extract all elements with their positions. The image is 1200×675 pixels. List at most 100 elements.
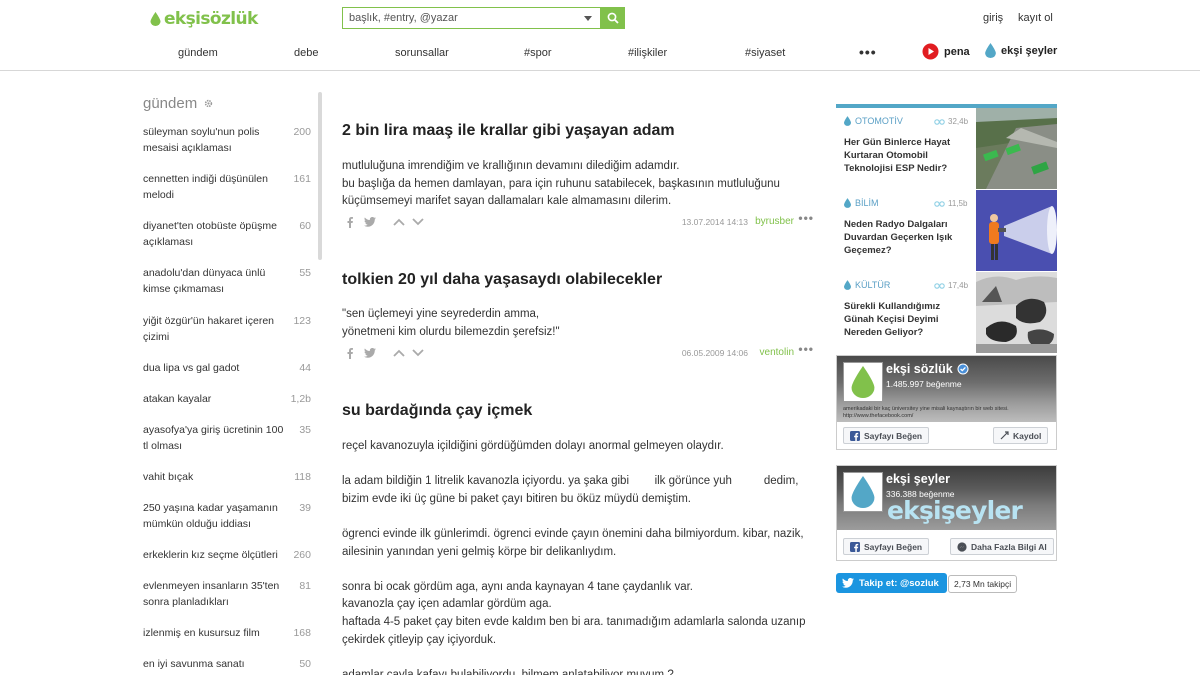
topic-title: izlenmiş en kusursuz film (143, 627, 260, 639)
pena-label: pena (944, 45, 970, 58)
entry-more-button[interactable]: ••• (798, 342, 814, 356)
sidebar-topic[interactable]: atakan kayalar 1,2b (143, 391, 313, 407)
twitter-follow-button[interactable]: Takip et: @sozluk (836, 573, 947, 593)
topic-title: erkeklerin kız seçme ölçütleri (143, 549, 278, 561)
eksi-seyler-card[interactable]: KÜLTÜR 17,4b Sürekli Kullandığımız Günah… (836, 272, 1057, 353)
like-page-label: Sayfayı Beğen (864, 541, 923, 552)
page-likes: 1.485.997 beğenme (886, 379, 962, 389)
chevron-down-icon[interactable] (582, 12, 594, 24)
nav-siyaset[interactable]: #siyaset (745, 47, 785, 59)
topic-count: 60 (299, 220, 311, 232)
topic-title: 250 yaşına kadar yaşamanın mümkün olduğu… (143, 502, 278, 530)
entry-body: reçel kavanozuyla içildiğini gördüğümden… (342, 440, 806, 675)
entry-more-button[interactable]: ••• (798, 211, 814, 225)
save-button[interactable]: Kaydol (993, 427, 1049, 444)
more-menu-button[interactable]: ••• (859, 44, 877, 60)
topic-count: 1,2b (290, 393, 311, 405)
page-avatar[interactable] (843, 472, 883, 512)
topic-count: 39 (299, 502, 311, 514)
eksi-seyler-card[interactable]: OTOMOTİV 32,4b Her Gün Binlerce Hayat Ku… (836, 108, 1057, 189)
entry-title[interactable]: 2 bin lira maaş ile krallar gibi yaşayan… (342, 122, 675, 140)
like-page-button[interactable]: Sayfayı Beğen (843, 427, 930, 444)
sidebar-topic[interactable]: yiğit özgür'ün hakaret içeren çizimi 123 (143, 313, 313, 345)
page-name[interactable]: ekşi sözlük (886, 362, 969, 376)
page-name-label: ekşi sözlük (886, 362, 953, 376)
nav-debe[interactable]: debe (294, 47, 318, 59)
drop-icon (150, 12, 161, 26)
views-icon (934, 200, 945, 207)
twitter-share-icon[interactable] (364, 346, 376, 360)
drop-icon (844, 198, 851, 208)
card-category-label: BİLİM (855, 198, 879, 208)
topic-title: vahit bıçak (143, 471, 194, 483)
nav-gundem[interactable]: gündem (178, 47, 218, 59)
sidebar-title-label[interactable]: gündem (143, 95, 197, 112)
sidebar-topic[interactable]: izlenmiş en kusursuz film 168 (143, 625, 313, 641)
sidebar-topic[interactable]: 250 yaşına kadar yaşamanın mümkün olduğu… (143, 500, 313, 532)
twitter-follow-label: Takip et: @sozluk (859, 577, 939, 589)
sidebar-topic[interactable]: anadolu'dan dünyaca ünlü kimse çıkmaması… (143, 265, 313, 297)
search-input[interactable] (342, 7, 600, 29)
facebook-share-icon[interactable] (347, 215, 353, 229)
eksi-seyler-card[interactable]: BİLİM 11,5b Neden Radyo Dalgaları Duvard… (836, 190, 1057, 271)
topic-title: yiğit özgür'ün hakaret içeren çizimi (143, 315, 274, 343)
nav-sorunsallar[interactable]: sorunsallar (395, 47, 449, 59)
entry-date[interactable]: 06.05.2009 14:06 (682, 348, 748, 358)
topic-title: atakan kayalar (143, 393, 212, 405)
entry-footer: 06.05.2009 14:06 ventolin ••• (342, 342, 814, 360)
topic-title: en iyi savunma sanatı (143, 658, 245, 670)
sidebar-topic[interactable]: evlenmeyen insanların 35'ten sonra planl… (143, 578, 313, 610)
card-image (976, 108, 1057, 189)
sidebar-topic[interactable]: diyanet'ten otobüste öpüşme açıklaması 60 (143, 218, 313, 250)
search-icon (607, 12, 619, 24)
twitter-share-icon[interactable] (364, 215, 376, 229)
sidebar-scrollbar[interactable] (318, 92, 322, 260)
pena-link[interactable]: pena (922, 43, 970, 60)
card-stat-value: 17,4b (948, 281, 969, 290)
card-headline: Her Gün Binlerce Hayat Kurtaran Otomobil… (844, 137, 951, 174)
upvote-icon[interactable] (393, 215, 405, 229)
sidebar-topic[interactable]: dua lipa vs gal gadot 44 (143, 360, 313, 376)
like-page-button[interactable]: Sayfayı Beğen (843, 538, 930, 555)
sidebar-topic[interactable]: cennetten indiği düşünülen melodi 161 (143, 171, 313, 203)
downvote-icon[interactable] (412, 215, 424, 229)
sidebar-topic[interactable]: ayasofya'ya giriş ücretinin 100 tl olmas… (143, 422, 313, 454)
sidebar-topic[interactable]: süleyman soylu'nun polis mesaisi açıklam… (143, 124, 313, 156)
entry-author[interactable]: byrusber (755, 216, 794, 227)
sidebar-topic[interactable]: vahit bıçak 118 (143, 469, 313, 485)
search-button[interactable] (600, 7, 625, 29)
upvote-icon[interactable] (393, 346, 405, 360)
page-name[interactable]: ekşi şeyler (886, 472, 950, 486)
card-category: BİLİM (844, 198, 879, 208)
card-image (976, 272, 1057, 353)
card-headline: Sürekli Kullandığımız Günah Keçisi Deyim… (844, 301, 941, 338)
drop-icon (851, 476, 875, 508)
nav-iliskiler[interactable]: #ilişkiler (628, 47, 667, 59)
login-link[interactable]: giriş (983, 12, 1003, 24)
facebook-share-icon[interactable] (347, 346, 353, 360)
downvote-icon[interactable] (412, 346, 424, 360)
page-avatar[interactable] (843, 362, 883, 402)
entry-footer: 13.07.2014 14:13 byrusber ••• (342, 211, 814, 229)
topic-title: cennetten indiği düşünülen melodi (143, 173, 268, 201)
more-info-button[interactable]: Daha Fazla Bilgi Al (950, 538, 1054, 555)
gear-icon[interactable] (204, 99, 213, 108)
views-icon (934, 118, 945, 125)
entry-author[interactable]: ventolin (760, 347, 794, 358)
eksi-seyler-link[interactable]: ekşi şeyler (985, 43, 1057, 58)
sidebar-topic[interactable]: en iyi savunma sanatı 50 (143, 656, 313, 672)
card-stat: 32,4b (934, 117, 968, 126)
sidebar-topic[interactable]: erkeklerin kız seçme ölçütleri 260 (143, 547, 313, 563)
entry-date[interactable]: 13.07.2014 14:13 (682, 217, 748, 227)
facebook-page-widget: ekşi sözlük 1.485.997 beğenme amerikadak… (836, 355, 1057, 450)
facebook-page-widget: ekşişeyler ekşi şeyler 336.388 beğenme S… (836, 465, 1057, 561)
entry-title[interactable]: su bardağında çay içmek (342, 402, 532, 420)
save-label: Kaydol (1013, 430, 1042, 441)
site-logo[interactable]: ekşisözlük (150, 8, 258, 30)
nav-spor[interactable]: #spor (524, 47, 552, 59)
register-link[interactable]: kayıt ol (1018, 12, 1053, 24)
site-header: ekşisözlük giriş kayıt ol gündem debe so… (0, 0, 1200, 71)
entry-title[interactable]: tolkien 20 yıl daha yaşasaydı olabilecek… (342, 271, 662, 289)
twitter-follower-count[interactable]: 2,73 Mn takipçi (948, 575, 1018, 593)
drop-icon (851, 366, 875, 398)
